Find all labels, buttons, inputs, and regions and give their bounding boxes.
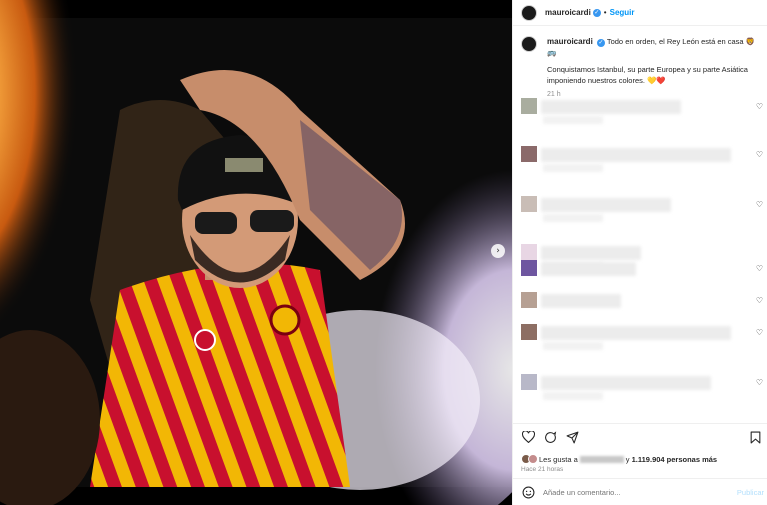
verified-badge-icon: ✓ (592, 8, 601, 17)
comment-item: ♡ (521, 374, 763, 404)
comment-item: ♡ (521, 324, 763, 354)
comment-meta-blurred (543, 392, 603, 400)
liker-avatars[interactable] (521, 454, 538, 464)
author-avatar[interactable] (521, 4, 537, 21)
comment-text-blurred (541, 376, 711, 390)
comment-text-blurred (541, 294, 621, 308)
action-row (521, 430, 579, 444)
likes-count[interactable]: 1.119.904 personas más (632, 455, 717, 464)
comment-text-blurred (541, 198, 671, 212)
caption-username[interactable]: mauroicardi (547, 37, 593, 46)
comment-avatar[interactable] (521, 196, 537, 212)
comment-item: ♡ (521, 196, 763, 226)
chevron-right-icon: › (496, 246, 500, 256)
comment-meta-blurred (543, 214, 603, 222)
liker-avatar (528, 454, 538, 464)
heart-icon[interactable]: ♡ (756, 328, 763, 337)
emoji-icon[interactable] (521, 485, 535, 499)
publish-button[interactable]: Publicar (737, 488, 764, 497)
heart-icon[interactable]: ♡ (756, 200, 763, 209)
post-header: mauroicardi ✓ • Seguir (513, 0, 767, 26)
comment-avatar[interactable] (521, 146, 537, 162)
comment-meta-blurred (543, 342, 603, 350)
comment-text-blurred (541, 246, 641, 260)
heart-icon[interactable]: ♡ (756, 378, 763, 387)
post-photo (0, 0, 512, 505)
caption-avatar[interactable] (521, 36, 537, 52)
next-slide-button[interactable]: › (491, 244, 505, 258)
heart-icon[interactable]: ♡ (756, 296, 763, 305)
comment-item: ♡ (521, 292, 763, 322)
author-username[interactable]: mauroicardi (545, 8, 591, 17)
liker-name-blurred[interactable] (579, 455, 624, 463)
caption-text-line2: Conquistamos Istanbul, su parte Europea … (547, 65, 748, 85)
comment-text-blurred (541, 326, 731, 340)
comment-item: ♡ (521, 146, 763, 176)
comment-input[interactable] (543, 487, 723, 497)
likes-summary: Les gusta a y 1.119.904 personas más (521, 454, 717, 464)
comment-avatar[interactable] (521, 292, 537, 308)
comment-text-blurred (541, 148, 731, 162)
bookmark-icon[interactable] (748, 430, 762, 444)
comment-avatar[interactable] (521, 244, 537, 260)
caption-body: mauroicardi ✓ Todo en orden, el Rey León… (547, 36, 757, 100)
comment-avatar[interactable] (521, 98, 537, 114)
post-media[interactable]: › (0, 0, 512, 505)
comment-text-blurred (541, 100, 681, 114)
comment-meta-blurred (543, 164, 603, 172)
follow-button[interactable]: Seguir (610, 8, 635, 17)
post-panel: mauroicardi ✓ • Seguir mauroicardi ✓ Tod… (512, 0, 767, 505)
comment-item: ♡ (521, 98, 763, 128)
comment-avatar[interactable] (521, 324, 537, 340)
comment-avatar[interactable] (521, 374, 537, 390)
heart-icon[interactable] (521, 430, 535, 444)
comment-icon[interactable] (543, 430, 557, 444)
post-caption: mauroicardi ✓ Todo en orden, el Rey León… (513, 26, 767, 100)
likes-middle: y (625, 454, 630, 464)
caption-verified-icon: ✓ (596, 39, 605, 47)
heart-icon[interactable]: ♡ (756, 264, 763, 273)
comment-box: Publicar (513, 478, 767, 505)
likes-prefix: Les gusta a (539, 454, 578, 464)
comment-item: ♡ (521, 260, 763, 290)
comment-text-blurred (541, 262, 636, 276)
post-time-ago: Hace 21 horas (521, 466, 564, 473)
heart-icon[interactable]: ♡ (756, 150, 763, 159)
comments-list: ♡ ♡ ♡ ♡ ♡ ♡ ♡ (513, 92, 767, 422)
comment-avatar[interactable] (521, 260, 537, 276)
heart-icon[interactable]: ♡ (756, 102, 763, 111)
separator-dot: • (603, 8, 607, 17)
comment-meta-blurred (543, 116, 603, 124)
share-icon[interactable] (565, 430, 579, 444)
